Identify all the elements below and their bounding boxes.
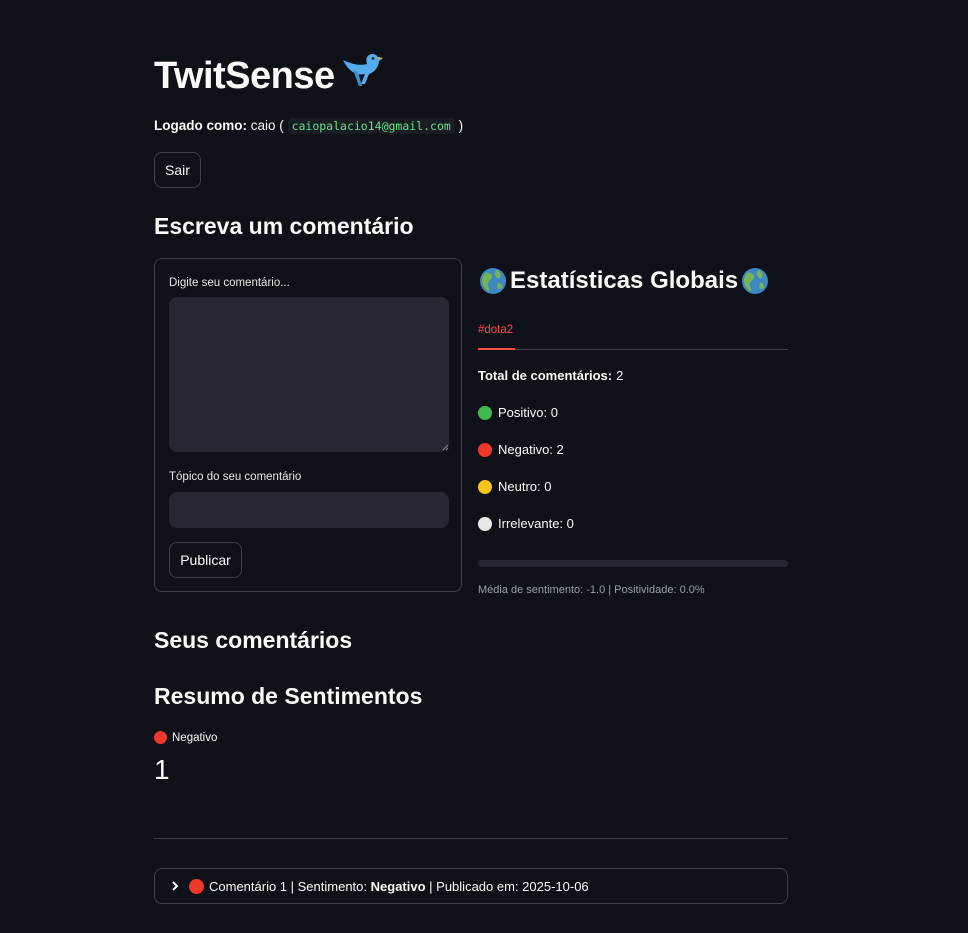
my-comments-heading: Seus comentários bbox=[154, 627, 353, 653]
divider bbox=[154, 838, 788, 839]
login-status: Logado como: caio ( caiopalacio14@gmail.… bbox=[154, 118, 464, 134]
publish-button[interactable]: Publicar bbox=[169, 542, 242, 578]
comment-label: Digite seu comentário... bbox=[169, 277, 290, 289]
user-email: caiopalacio14@gmail.com bbox=[287, 118, 455, 134]
stat-irrelevant-text: Irrelevante: 0 bbox=[498, 516, 574, 531]
logout-button[interactable]: Sair bbox=[154, 152, 201, 188]
metric-label: Negativo bbox=[154, 731, 217, 744]
active-tab-indicator bbox=[478, 348, 515, 350]
total-value: 2 bbox=[616, 368, 624, 383]
sentiment-caption: Média de sentimento: -1.0 | Positividade… bbox=[478, 584, 705, 596]
red-circle-icon bbox=[154, 731, 167, 744]
stats-title-text: Estatísticas Globais bbox=[510, 267, 739, 294]
topic-input[interactable] bbox=[169, 492, 449, 528]
comment-form: Digite seu comentário... Tópico do seu c… bbox=[154, 258, 462, 592]
red-circle-icon bbox=[478, 442, 492, 457]
login-prefix: Logado como: bbox=[154, 118, 247, 133]
stat-neutral: Neutro: 0 bbox=[478, 479, 551, 494]
open-paren: ( bbox=[279, 118, 284, 133]
app-title: TwitSense bbox=[154, 52, 383, 100]
positivity-progress-bar bbox=[478, 560, 788, 567]
resize-handle-icon[interactable] bbox=[442, 444, 449, 451]
comment-prefix: Comentário 1 | Sentimento: bbox=[209, 878, 368, 894]
stat-negative-text: Negativo: 2 bbox=[498, 442, 564, 457]
stats-title: Estatísticas Globais bbox=[478, 266, 770, 296]
total-label: Total de comentários: bbox=[478, 368, 613, 383]
white-circle-icon bbox=[478, 516, 492, 531]
compose-heading: Escreva um comentário bbox=[154, 213, 414, 239]
globe-icon bbox=[742, 268, 769, 294]
stat-positive-text: Positivo: 0 bbox=[498, 405, 558, 420]
red-circle-icon bbox=[189, 878, 204, 894]
green-circle-icon bbox=[478, 405, 492, 420]
stat-negative: Negativo: 2 bbox=[478, 442, 564, 457]
stat-irrelevant: Irrelevante: 0 bbox=[478, 516, 574, 531]
topic-label: Tópico do seu comentário bbox=[169, 471, 302, 483]
stat-positive: Positivo: 0 bbox=[478, 405, 558, 420]
global-stats-panel: Estatísticas Globais #dota2 Total de com… bbox=[478, 258, 788, 608]
chevron-right-icon[interactable] bbox=[171, 881, 179, 891]
yellow-circle-icon bbox=[478, 479, 492, 494]
stat-neutral-text: Neutro: 0 bbox=[498, 479, 552, 494]
tab-divider bbox=[478, 349, 788, 350]
comment-suffix: | Publicado em: 2025-10-06 bbox=[429, 878, 589, 894]
comment-textarea[interactable] bbox=[169, 297, 449, 452]
app-title-text: TwitSense bbox=[154, 55, 335, 97]
sentiment-summary-heading: Resumo de Sentimentos bbox=[154, 683, 423, 709]
metric-label-text: Negativo bbox=[172, 731, 218, 744]
tab-dota2[interactable]: #dota2 bbox=[478, 324, 513, 336]
comment-expander[interactable]: Comentário 1 | Sentimento: Negativo | Pu… bbox=[154, 868, 788, 904]
metric-value: 1 bbox=[154, 754, 170, 785]
total-comments: Total de comentários: 2 bbox=[478, 368, 623, 383]
bird-icon bbox=[339, 52, 383, 100]
user-name: caio bbox=[250, 118, 276, 133]
close-paren: ) bbox=[458, 118, 464, 133]
comment-sentiment: Negativo bbox=[370, 878, 426, 894]
globe-icon bbox=[480, 268, 506, 294]
